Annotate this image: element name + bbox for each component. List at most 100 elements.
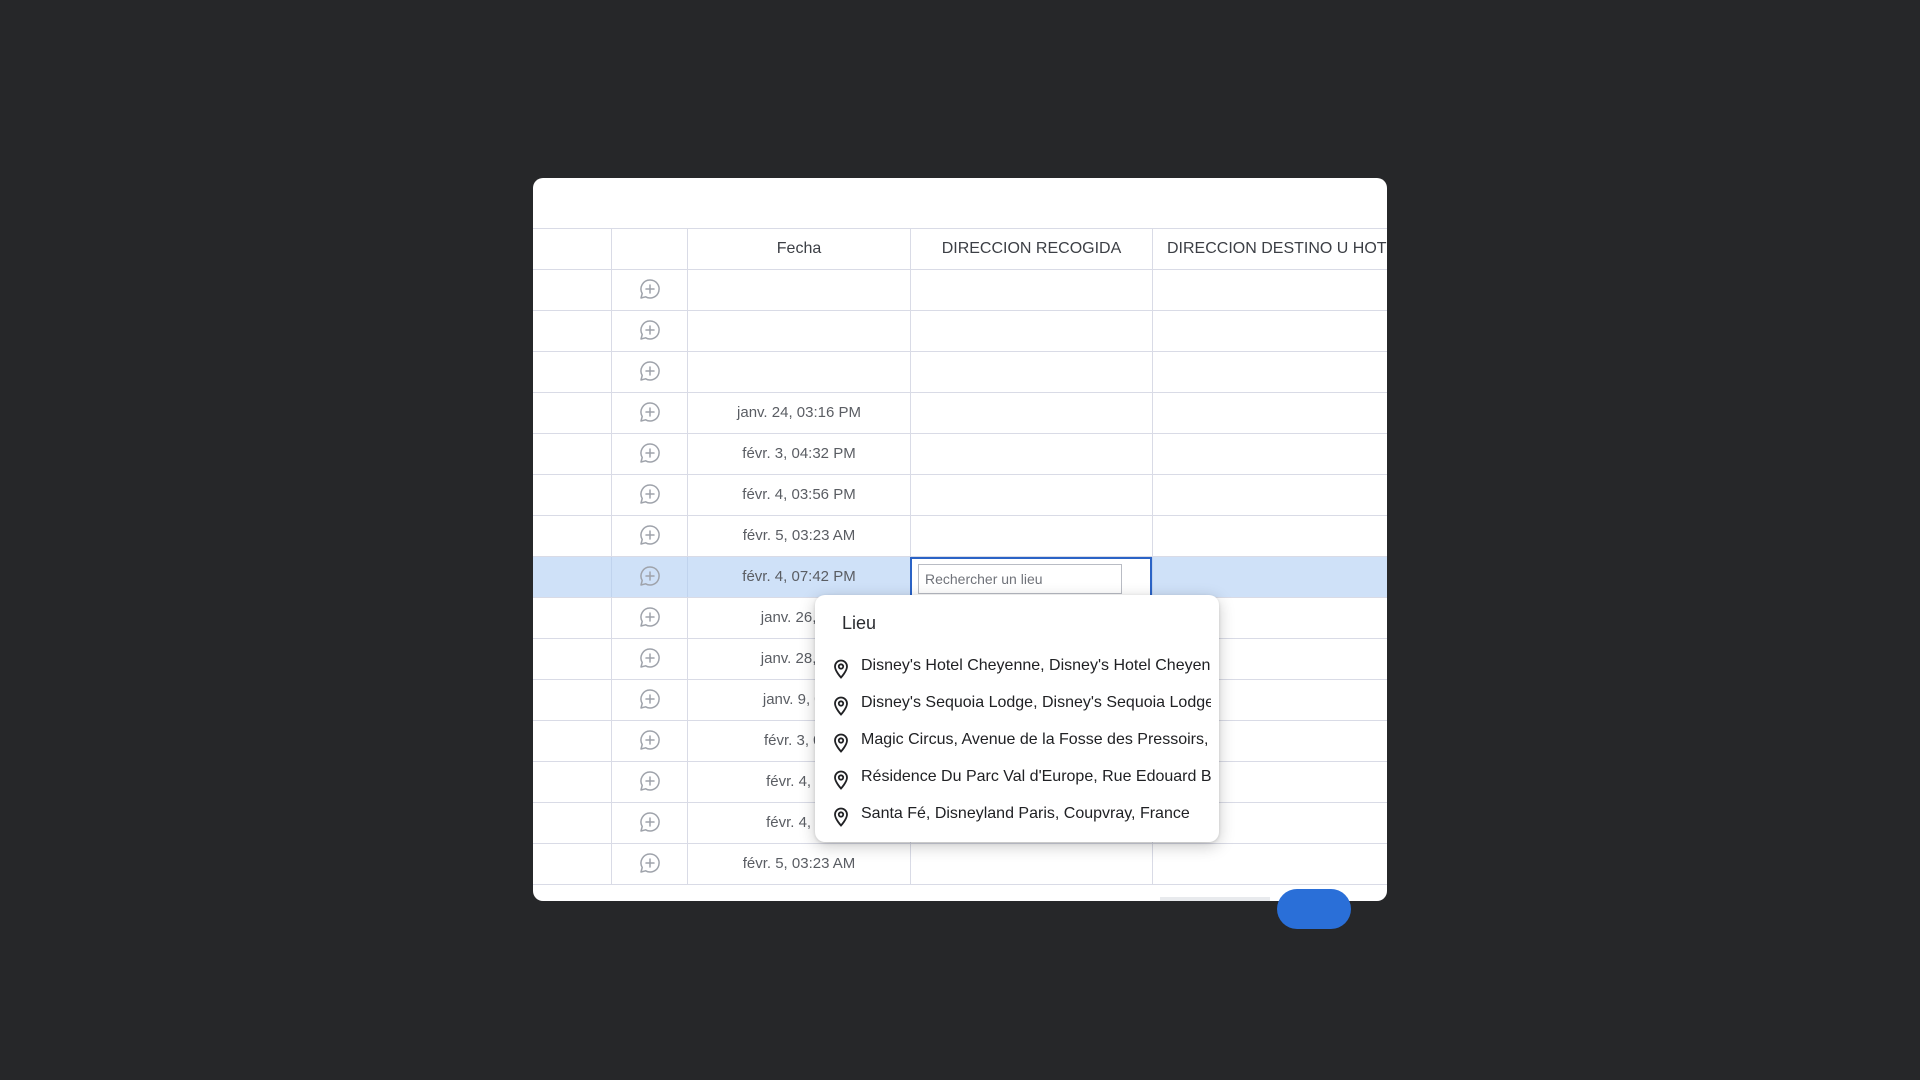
- location-option[interactable]: Disney's Hotel Cheyenne, Disney's Hotel …: [815, 647, 1211, 684]
- floating-action-button[interactable]: [1277, 889, 1351, 929]
- table-row[interactable]: [533, 270, 1387, 311]
- direccion-recogida-cell[interactable]: [910, 311, 1152, 351]
- row-comment-cell: [611, 352, 687, 392]
- row-index-cell[interactable]: [533, 352, 611, 392]
- direccion-destino-cell[interactable]: [1152, 434, 1387, 474]
- header-cell-direccion-recogida[interactable]: DIRECCION RECOGIDA: [910, 229, 1152, 269]
- table-row[interactable]: févr. 4, 07:42 PM: [533, 557, 1387, 598]
- row-comment-cell: [611, 516, 687, 556]
- row-comment-cell: [611, 598, 687, 638]
- table-row[interactable]: févr. 3, 04:32 PM: [533, 434, 1387, 475]
- row-index-cell[interactable]: [533, 434, 611, 474]
- table-row[interactable]: févr. 5, 03:23 AM: [533, 844, 1387, 885]
- row-index-cell[interactable]: [533, 311, 611, 351]
- header-cell-direccion-destino[interactable]: DIRECCION DESTINO U HOTE: [1152, 229, 1387, 269]
- add-comment-icon[interactable]: [638, 523, 662, 547]
- row-index-cell[interactable]: [533, 762, 611, 802]
- direccion-recogida-cell[interactable]: [910, 352, 1152, 392]
- direccion-recogida-cell[interactable]: [910, 475, 1152, 515]
- row-index-cell[interactable]: [533, 639, 611, 679]
- add-comment-icon[interactable]: [638, 851, 662, 875]
- direccion-destino-cell[interactable]: [1152, 270, 1387, 310]
- table-row[interactable]: févr. 4, 03:56 PM: [533, 475, 1387, 516]
- header-cell-actions: [611, 229, 687, 269]
- location-option[interactable]: Résidence Du Parc Val d'Europe, Rue Edou…: [815, 758, 1211, 795]
- direccion-destino-cell[interactable]: [1152, 557, 1387, 597]
- direccion-destino-cell[interactable]: [1152, 311, 1387, 351]
- row-index-cell[interactable]: [533, 680, 611, 720]
- direccion-destino-cell[interactable]: [1152, 516, 1387, 556]
- add-comment-icon[interactable]: [638, 318, 662, 342]
- row-index-cell[interactable]: [533, 516, 611, 556]
- location-option-label: Santa Fé, Disneyland Paris, Coupvray, Fr…: [861, 805, 1190, 822]
- location-dropdown: Lieu Disney's Hotel Cheyenne, Disney's H…: [815, 595, 1219, 842]
- row-index-cell[interactable]: [533, 475, 611, 515]
- fecha-cell[interactable]: févr. 5, 03:23 AM: [687, 516, 910, 556]
- row-index-cell[interactable]: [533, 844, 611, 884]
- add-comment-icon[interactable]: [638, 605, 662, 629]
- location-search-input[interactable]: [918, 564, 1122, 594]
- add-comment-icon[interactable]: [638, 359, 662, 383]
- location-pin-icon: [832, 730, 850, 753]
- location-option-label: Disney's Hotel Cheyenne, Disney's Hotel …: [861, 657, 1211, 674]
- direccion-recogida-cell-editing[interactable]: [910, 557, 1152, 598]
- add-comment-icon[interactable]: [638, 482, 662, 506]
- add-comment-icon[interactable]: [638, 400, 662, 424]
- direccion-destino-cell[interactable]: [1152, 475, 1387, 515]
- fecha-cell[interactable]: févr. 5, 03:23 AM: [687, 844, 910, 884]
- direccion-destino-cell[interactable]: [1152, 352, 1387, 392]
- add-comment-icon[interactable]: [638, 277, 662, 301]
- row-index-cell[interactable]: [533, 803, 611, 843]
- fecha-cell[interactable]: févr. 4, 07:42 PM: [687, 557, 910, 597]
- table-row[interactable]: janv. 24, 03:16 PM: [533, 393, 1387, 434]
- fecha-cell[interactable]: [687, 270, 910, 310]
- add-comment-icon[interactable]: [638, 441, 662, 465]
- table-row[interactable]: [533, 311, 1387, 352]
- location-option-label: Magic Circus, Avenue de la Fosse des Pre…: [861, 731, 1211, 748]
- fecha-cell[interactable]: [687, 352, 910, 392]
- direccion-recogida-cell[interactable]: [910, 516, 1152, 556]
- horizontal-scrollbar[interactable]: [1160, 897, 1270, 901]
- row-index-cell[interactable]: [533, 270, 611, 310]
- table-header: Fecha DIRECCION RECOGIDA DIRECCION DESTI…: [533, 228, 1387, 270]
- header-cell-fecha[interactable]: Fecha: [687, 229, 910, 269]
- add-comment-icon[interactable]: [638, 728, 662, 752]
- add-comment-icon[interactable]: [638, 646, 662, 670]
- row-comment-cell: [611, 844, 687, 884]
- direccion-destino-cell[interactable]: [1152, 844, 1387, 884]
- location-pin-icon: [832, 656, 850, 679]
- table-row[interactable]: févr. 5, 03:23 AM: [533, 516, 1387, 557]
- location-option[interactable]: Santa Fé, Disneyland Paris, Coupvray, Fr…: [815, 795, 1211, 832]
- location-option[interactable]: Magic Circus, Avenue de la Fosse des Pre…: [815, 721, 1211, 758]
- fecha-cell[interactable]: janv. 24, 03:16 PM: [687, 393, 910, 433]
- row-index-cell[interactable]: [533, 393, 611, 433]
- direccion-recogida-cell[interactable]: [910, 434, 1152, 474]
- row-comment-cell: [611, 762, 687, 802]
- direccion-destino-cell[interactable]: [1152, 393, 1387, 433]
- add-comment-icon[interactable]: [638, 687, 662, 711]
- row-comment-cell: [611, 803, 687, 843]
- row-index-cell[interactable]: [533, 598, 611, 638]
- location-option[interactable]: Disney's Sequoia Lodge, Disney's Sequoia…: [815, 684, 1211, 721]
- add-comment-icon[interactable]: [638, 810, 662, 834]
- direccion-recogida-cell[interactable]: [910, 393, 1152, 433]
- fecha-cell[interactable]: févr. 3, 04:32 PM: [687, 434, 910, 474]
- row-comment-cell: [611, 393, 687, 433]
- add-comment-icon[interactable]: [638, 769, 662, 793]
- direccion-recogida-cell[interactable]: [910, 270, 1152, 310]
- location-option-label: Résidence Du Parc Val d'Europe, Rue Edou…: [861, 768, 1211, 785]
- location-pin-icon: [832, 767, 850, 790]
- location-option-label: Disney's Sequoia Lodge, Disney's Sequoia…: [861, 694, 1211, 711]
- table-row[interactable]: [533, 352, 1387, 393]
- row-index-cell[interactable]: [533, 557, 611, 597]
- dropdown-list: Disney's Hotel Cheyenne, Disney's Hotel …: [815, 647, 1211, 832]
- direccion-recogida-cell[interactable]: [910, 844, 1152, 884]
- row-index-cell[interactable]: [533, 721, 611, 761]
- header-cell-row-index: [533, 229, 611, 269]
- location-pin-icon: [832, 693, 850, 716]
- location-pin-icon: [832, 804, 850, 827]
- dropdown-title: Lieu: [842, 613, 877, 633]
- fecha-cell[interactable]: févr. 4, 03:56 PM: [687, 475, 910, 515]
- add-comment-icon[interactable]: [638, 564, 662, 588]
- fecha-cell[interactable]: [687, 311, 910, 351]
